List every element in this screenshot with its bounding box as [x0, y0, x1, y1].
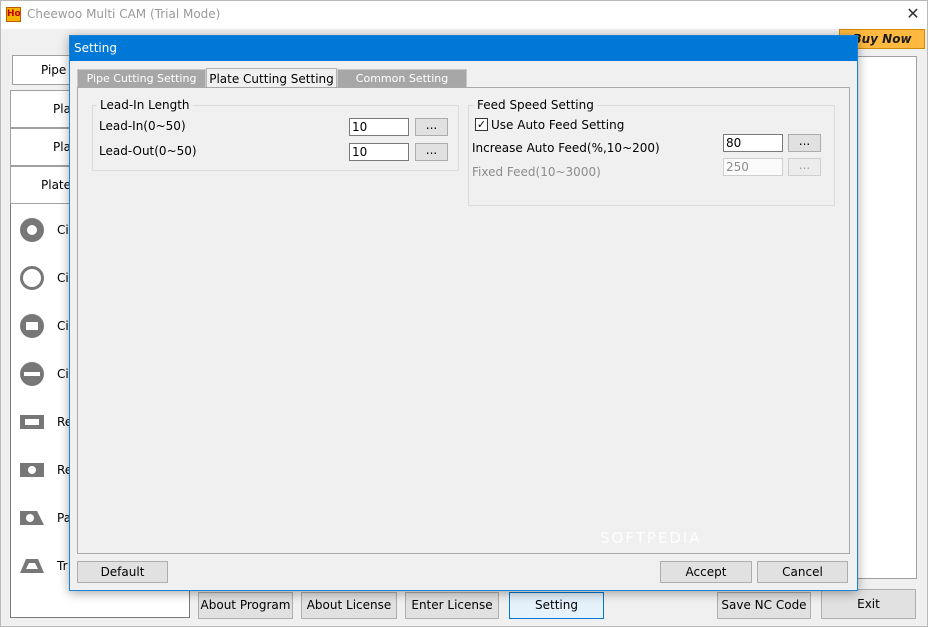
accept-button[interactable]: Accept [660, 561, 752, 583]
setting-button[interactable]: Setting [509, 592, 604, 619]
dialog-title: Setting [74, 41, 117, 55]
trapezoid-icon [20, 559, 44, 573]
parallelogram-icon [20, 511, 44, 525]
lead-out-input[interactable]: 10 [349, 143, 409, 161]
save-nc-code-button[interactable]: Save NC Code [717, 592, 811, 619]
preview-panel [853, 56, 917, 579]
rectangle-hole-icon [20, 463, 44, 477]
circle-gap-icon [20, 266, 44, 290]
close-button[interactable]: ✕ [903, 4, 923, 24]
lead-in-label: Lead-In(0~50) [99, 119, 186, 133]
setting-dialog: Setting Pipe Cutting Setting Plate Cutti… [69, 35, 858, 591]
lead-out-dots-button[interactable]: ... [415, 143, 448, 161]
exit-button[interactable]: Exit [821, 589, 916, 619]
fixed-feed-label: Fixed Feed(10~3000) [472, 165, 601, 179]
use-auto-feed-label[interactable]: Use Auto Feed Setting [491, 118, 624, 132]
lead-out-label: Lead-Out(0~50) [99, 144, 197, 158]
softpedia-watermark: SOFTPEDIA [600, 529, 702, 547]
lead-in-group-title: Lead-In Length [97, 98, 193, 112]
dialog-titlebar: Setting [70, 36, 857, 61]
main-titlebar: Ho Cheewoo Multi CAM (Trial Mode) ✕ [1, 1, 927, 29]
cancel-button[interactable]: Cancel [757, 561, 848, 583]
about-license-button[interactable]: About License [301, 592, 397, 619]
window-title: Cheewoo Multi CAM (Trial Mode) [27, 7, 221, 21]
tab-content-panel: Lead-In Length Lead-In(0~50) 10 ... Lead… [77, 87, 850, 554]
lead-in-group [92, 105, 459, 171]
fixed-feed-dots-button[interactable]: ... [788, 158, 821, 176]
increase-auto-feed-label: Increase Auto Feed(%,10~200) [472, 141, 660, 155]
app-logo-icon: Ho [6, 7, 21, 22]
default-button[interactable]: Default [77, 561, 168, 583]
feed-speed-group-title: Feed Speed Setting [474, 98, 597, 112]
increase-auto-feed-dots-button[interactable]: ... [788, 134, 821, 152]
circle-slot-icon [20, 362, 44, 386]
lead-in-input[interactable]: 10 [349, 118, 409, 136]
increase-auto-feed-input[interactable]: 80 [723, 134, 783, 152]
enter-license-button[interactable]: Enter License [405, 592, 499, 619]
fixed-feed-input[interactable]: 250 [723, 158, 783, 176]
use-auto-feed-checkbox[interactable]: ✓ [475, 118, 488, 131]
rectangle-icon [20, 415, 44, 429]
tab-common-setting[interactable]: Common Setting [337, 69, 467, 89]
shape-label: Tr [57, 559, 68, 573]
about-program-button[interactable]: About Program [198, 592, 293, 619]
circle-rect-hole-icon [20, 314, 44, 338]
lead-in-dots-button[interactable]: ... [415, 118, 448, 136]
circle-ring-icon [20, 218, 44, 242]
tab-pipe-cutting-setting[interactable]: Pipe Cutting Setting [77, 69, 206, 89]
